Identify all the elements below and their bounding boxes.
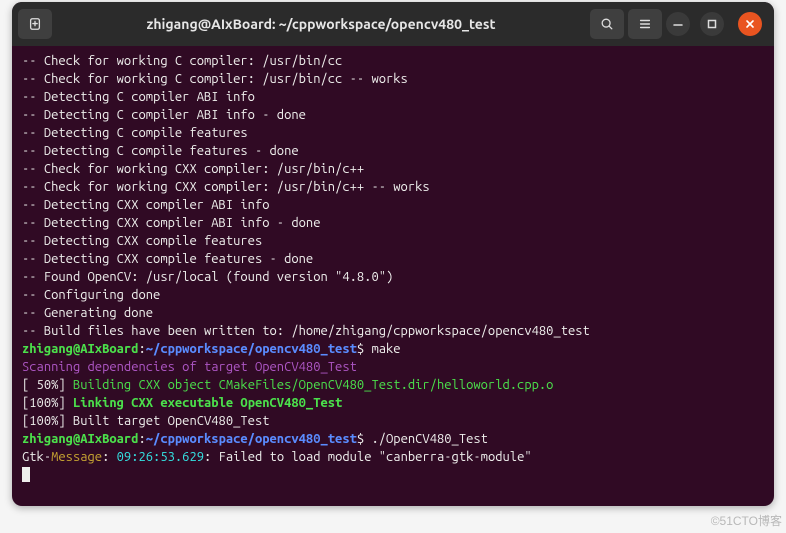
gtk-rest: : Failed to load module "canberra-gtk-mo… (204, 450, 532, 464)
gtk-timestamp: 09:26:53.629 (117, 450, 204, 464)
cmake-line: -- Detecting CXX compile features - done (22, 252, 313, 266)
window-title: zhigang@AIxBoard: ~/cppworkspace/opencv4… (56, 16, 586, 32)
window-controls (666, 12, 768, 36)
cursor-icon (22, 467, 30, 482)
prompt-user: zhigang@AIxBoard (22, 432, 138, 446)
watermark: ©51CTO博客 (711, 512, 782, 529)
gtk-prefix: Gtk- (22, 450, 51, 464)
cmake-line: -- Detecting C compiler ABI info - done (22, 108, 306, 122)
gtk-colon: : (102, 450, 117, 464)
link-cxx-line: Linking CXX executable OpenCV480_Test (73, 396, 342, 410)
cmake-line: -- Detecting CXX compile features (22, 234, 262, 248)
cmake-line: -- Found OpenCV: /usr/local (found versi… (22, 270, 393, 284)
prompt-path: ~/cppworkspace/opencv480_test (146, 432, 357, 446)
cmake-line: -- Configuring done (22, 288, 160, 302)
cmake-line: -- Detecting C compile features - done (22, 144, 299, 158)
cmake-line: -- Detecting CXX compiler ABI info (22, 198, 270, 212)
scan-deps-line: Scanning dependencies of target OpenCV48… (22, 360, 357, 374)
cmake-line: -- Detecting C compile features (22, 126, 248, 140)
cmake-line: -- Check for working CXX compiler: /usr/… (22, 162, 364, 176)
prompt-user: zhigang@AIxBoard (22, 342, 138, 356)
prompt-dollar: $ (357, 342, 372, 356)
progress-50: [ 50%] (22, 378, 73, 392)
cmake-line: -- Detecting CXX compiler ABI info - don… (22, 216, 320, 230)
cmake-line: -- Generating done (22, 306, 153, 320)
cmd-make: make (371, 342, 400, 356)
build-cxx-line: Building CXX object CMakeFiles/OpenCV480… (73, 378, 553, 392)
gtk-message-label: Message (51, 450, 102, 464)
cmake-line: -- Build files have been written to: /ho… (22, 324, 590, 338)
built-target-line: [100%] Built target OpenCV480_Test (22, 414, 270, 428)
cmake-line: -- Check for working C compiler: /usr/bi… (22, 72, 408, 86)
titlebar: zhigang@AIxBoard: ~/cppworkspace/opencv4… (12, 2, 774, 46)
progress-100: [100%] (22, 396, 73, 410)
cmd-run: ./OpenCV480_Test (371, 432, 487, 446)
minimize-button[interactable] (666, 12, 690, 36)
prompt-dollar: $ (357, 432, 372, 446)
menu-button[interactable] (628, 9, 662, 39)
maximize-button[interactable] (700, 12, 724, 36)
cmake-line: -- Detecting C compiler ABI info (22, 90, 255, 104)
cmake-line: -- Check for working CXX compiler: /usr/… (22, 180, 430, 194)
prompt-colon: : (138, 342, 145, 356)
prompt-colon: : (138, 432, 145, 446)
terminal-output[interactable]: -- Check for working C compiler: /usr/bi… (12, 46, 774, 494)
terminal-window: zhigang@AIxBoard: ~/cppworkspace/opencv4… (12, 2, 774, 506)
search-button[interactable] (590, 9, 624, 39)
new-tab-button[interactable] (18, 9, 52, 39)
cmake-line: -- Check for working C compiler: /usr/bi… (22, 54, 342, 68)
prompt-path: ~/cppworkspace/opencv480_test (146, 342, 357, 356)
close-button[interactable] (738, 12, 762, 36)
